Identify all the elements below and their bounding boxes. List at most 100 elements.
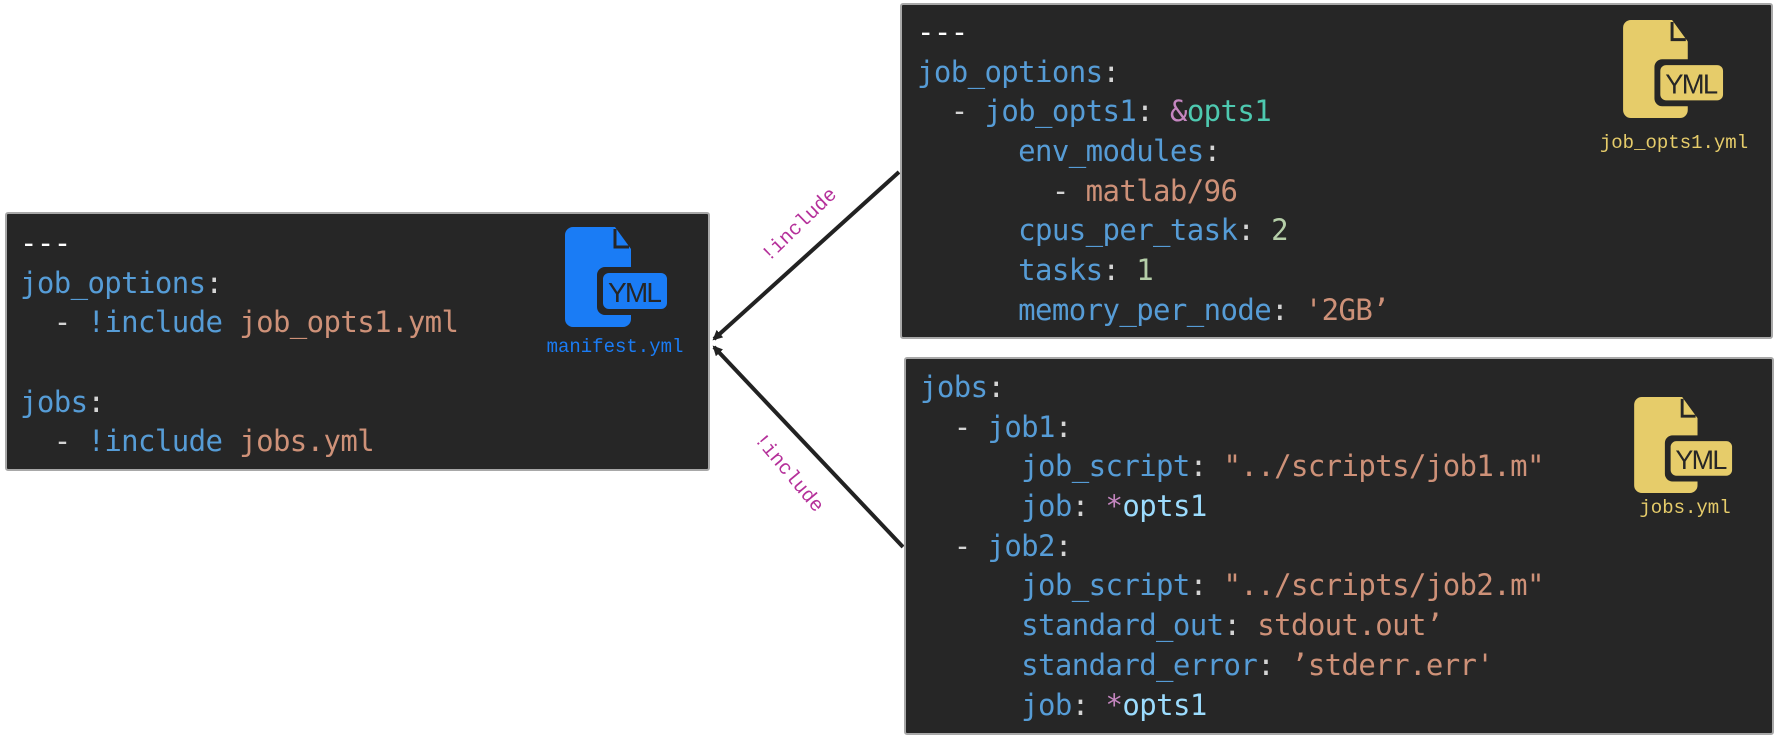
manifest-file-label: manifest.yml [546,336,684,358]
code-token-str: "../scripts/job1.m" [1223,449,1545,484]
svg-text:YML: YML [1665,69,1718,100]
code-token-key: jobs [920,370,988,404]
code-line: --- [20,224,458,264]
code-token-punct [920,648,1021,682]
code-line: standard_error: ’stderr.err' [920,646,1544,686]
job-opts1-code: --- job_options: - job_opts1: &opts1 env_… [917,13,1390,331]
code-token-num: 2 [1271,213,1288,248]
code-token-key: standard_error [1021,647,1258,682]
code-line: tasks: 1 [917,251,1389,291]
code-line: job_options: [917,53,1389,93]
yml-file-icon: YML [1634,397,1736,493]
code-token-key: job_options [20,265,206,300]
code-token-key: job_options [917,54,1103,89]
jobs-code: jobs: - job1: job_script: "../scripts/jo… [920,368,1544,725]
code-line: - !include job_opts1.yml [20,303,459,343]
code-token-punct [917,293,1018,327]
code-token-anchorname: opts1 [1186,94,1272,129]
code-token-punct [920,608,1021,642]
code-token-tag: !include [87,305,223,340]
svg-text:YML: YML [608,277,662,308]
code-token-punct: : [1136,94,1170,129]
code-token-punct: - [20,305,88,340]
arrow-job-opts1-to-manifest [712,170,901,341]
code-line: job: *opts1 [920,487,1544,527]
code-line: jobs: [920,368,1544,408]
code-token-punct: : [1203,134,1221,169]
code-token-anchor: & [1169,94,1187,129]
code-token-alias: opts1 [1122,687,1207,722]
code-line: job: *opts1 [920,686,1544,726]
svg-text:YML: YML [1675,445,1727,475]
code-token-punct [917,134,1018,168]
code-token-punct: : [87,384,105,419]
code-token-punct: : [1071,687,1106,722]
code-token-key: job [1021,489,1072,524]
code-token-key: memory_per_node [1018,292,1272,327]
code-token-punct [222,424,239,458]
code-token-tag: !include [87,424,223,459]
code-token-punct: : [1102,54,1120,89]
code-token-punct: - [917,173,1086,208]
code-line: - !include jobs.yml [20,422,458,462]
code-line: env_modules: [917,132,1389,172]
code-line: job_script: "../scripts/job1.m" [920,447,1544,487]
code-token-str: stdout.out’ [1257,608,1443,643]
code-token-punct: : [1257,647,1291,682]
code-token-punct [920,688,1021,722]
code-token-punct: : [987,370,1005,404]
code-token-punct: : [1223,608,1258,643]
code-token-key: job [1021,687,1072,722]
code-line: job_script: "../scripts/job2.m" [920,566,1544,606]
code-token-str: jobs.yml [239,424,375,459]
code-token-punct: : [1189,568,1224,603]
code-token-punct [917,213,1018,247]
code-line: job_options: [20,264,458,304]
code-token-key: job1 [987,409,1055,444]
code-line: - job_opts1: &opts1 [917,92,1389,132]
code-line: - job2: [920,527,1544,567]
yml-file-icon: YML [565,227,671,327]
code-token-punct: : [1071,489,1106,524]
code-line: standard_out: stdout.out’ [920,606,1544,646]
code-token-key: tasks [1018,253,1103,288]
code-line: - job1: [920,408,1544,448]
jobs-file-label: jobs.yml [1639,497,1731,519]
code-token-punct [920,568,1021,602]
code-token-str: ’stderr.err' [1290,647,1494,682]
manifest-code: --- job_options: - !include job_opts1.yml… [20,224,459,462]
code-token-punct: - [920,409,988,444]
code-token-anchor: * [1105,687,1123,722]
code-line: memory_per_node: '2GB’ [917,291,1390,331]
code-line: --- [917,13,1389,53]
code-token-punct: : [1189,449,1224,484]
code-token-key: standard_out [1021,608,1224,643]
code-line: - matlab/96 [917,172,1389,212]
code-token-str: matlab/96 [1085,173,1238,208]
code-token-punct [920,489,1021,523]
code-token-alias: opts1 [1122,489,1207,524]
code-token-doc: --- [20,226,71,260]
code-token-punct: - [917,94,985,129]
code-token-punct: : [1102,253,1137,288]
yml-file-icon: YML [1623,20,1727,118]
code-token-punct: - [20,424,88,459]
code-token-punct: : [1271,292,1305,327]
code-line: jobs: [20,383,458,423]
code-token-anchor: * [1105,489,1123,524]
job-opts1-file-label: job_opts1.yml [1599,132,1749,154]
code-token-punct: - [920,528,988,563]
code-token-key: job_opts1 [984,94,1137,129]
code-token-punct: : [1054,409,1072,444]
code-token-punct: : [1237,213,1272,248]
code-token-key: env_modules [1018,134,1204,169]
code-token-str: job_opts1.yml [239,305,459,340]
code-token-punct [920,449,1021,483]
code-token-num: 1 [1136,253,1154,288]
code-line: cpus_per_task: 2 [917,211,1389,251]
code-token-key: job_script [1021,568,1190,603]
code-token-punct [917,253,1018,287]
code-token-str: "../scripts/job2.m" [1223,568,1545,603]
code-token-key: jobs [20,384,88,419]
code-token-str: '2GB’ [1304,292,1390,327]
